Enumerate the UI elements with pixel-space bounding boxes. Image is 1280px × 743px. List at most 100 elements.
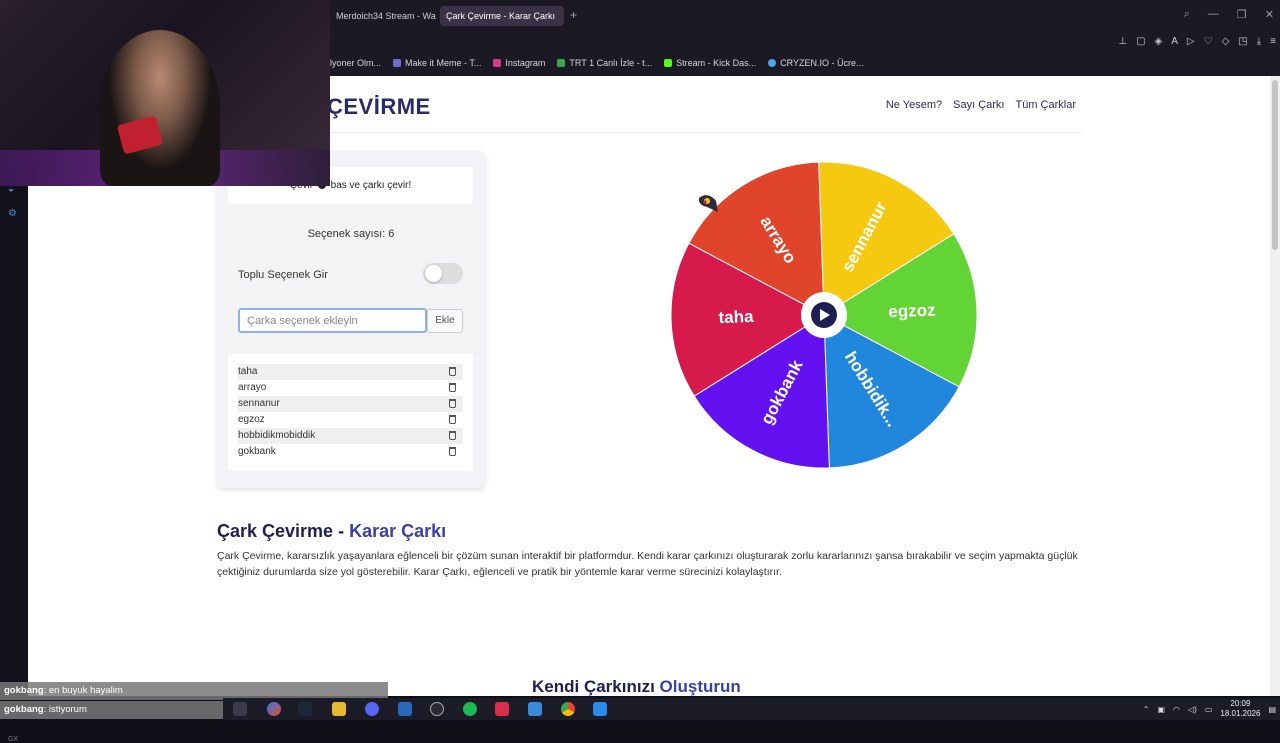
trash-icon[interactable] xyxy=(449,367,456,376)
nav-sayi-carki[interactable]: Sayı Çarkı xyxy=(953,99,1004,111)
spotify-icon[interactable] xyxy=(463,702,477,716)
chat-user: gokbang xyxy=(4,685,44,696)
nav-ne-yesem[interactable]: Ne Yesem? xyxy=(886,99,942,111)
list-item: egzoz xyxy=(238,412,463,428)
restore-icon[interactable]: ❐ xyxy=(1237,8,1247,21)
opera-gx-icon[interactable] xyxy=(495,702,509,716)
volume-icon[interactable]: ◁) xyxy=(1188,705,1197,714)
tab-stream[interactable]: Merdoich34 Stream - Wat xyxy=(330,6,436,26)
trt-icon xyxy=(557,59,566,67)
option-count: Seçenek sayısı: 6 xyxy=(307,228,395,240)
chat-user: gokbang xyxy=(4,704,44,715)
clock-time: 20:09 xyxy=(1230,699,1251,708)
toolbar-icons: ⊥ ▢ ◈ A ▷ ♡ ◇ ◳ ⤓ ≡ xyxy=(1118,36,1276,47)
play-icon[interactable]: ▷ xyxy=(1187,36,1195,47)
section2-main: Kendi Çarkınızı xyxy=(532,677,660,696)
add-button[interactable]: Ekle xyxy=(427,309,463,333)
system-tray: ⌃ ▣ ◠ ◁) ▭ 20:09 18.01.2026 ▤ xyxy=(1143,698,1276,720)
clock[interactable]: 20:09 18.01.2026 xyxy=(1220,699,1260,719)
bookmark-item[interactable]: Instagram xyxy=(493,55,545,71)
tray-chevron-icon[interactable]: ⌃ xyxy=(1143,705,1150,714)
tray-app-icon[interactable]: ▣ xyxy=(1157,705,1165,714)
bulk-entry-label: Toplu Seçenek Gir xyxy=(238,269,328,281)
close-icon[interactable]: ✕ xyxy=(1265,8,1274,21)
obs-icon[interactable] xyxy=(430,702,444,716)
new-tab-icon[interactable]: + xyxy=(570,8,577,22)
trash-icon[interactable] xyxy=(449,399,456,408)
trash-icon[interactable] xyxy=(449,447,456,456)
minimize-icon[interactable]: — xyxy=(1208,8,1219,21)
trash-icon[interactable] xyxy=(449,383,456,392)
discord-icon[interactable] xyxy=(365,702,379,716)
list-item-label: arrayo xyxy=(238,382,267,393)
wheel-pointer-icon xyxy=(698,195,718,212)
trash-icon[interactable] xyxy=(449,415,456,424)
trash-icon[interactable] xyxy=(449,431,456,440)
cryzen-icon xyxy=(768,59,777,67)
toggle-knob xyxy=(425,265,442,282)
site-logo[interactable]: ÇEVİRME xyxy=(327,94,431,120)
translate-icon[interactable]: A xyxy=(1171,36,1178,47)
steam-icon[interactable] xyxy=(298,702,312,716)
options-list: taha arrayo sennanur egzoz hobbidikmobid… xyxy=(228,354,473,471)
kick-icon xyxy=(664,59,673,67)
pin-icon[interactable]: ⊥ xyxy=(1118,36,1127,47)
list-item-label: hobbidikmobiddik xyxy=(238,430,316,441)
scrollbar[interactable] xyxy=(1270,76,1280,696)
tab-bar: Merdoich34 Stream - Wat Çark Çevirme - K… xyxy=(330,0,1280,32)
bookmark-item[interactable]: TRT 1 Canlı İzle - t... xyxy=(557,55,652,71)
option-input[interactable] xyxy=(238,308,427,333)
description-paragraph: Çark Çevirme, kararsızlık yaşayanlara eğ… xyxy=(217,550,1078,578)
bookmark-item[interactable]: Make it Meme - T... xyxy=(393,55,481,71)
settings-icon[interactable]: ⚙ xyxy=(8,208,20,220)
share-icon[interactable]: ◳ xyxy=(1238,36,1247,47)
bookmark-label: CRYZEN.IO - Ücre... xyxy=(780,58,864,68)
scroll-thumb[interactable] xyxy=(1272,80,1278,250)
list-item-label: egzoz xyxy=(238,414,265,425)
file-explorer-icon[interactable] xyxy=(332,702,346,716)
options-panel: Çevir bas ve çarkı çevir! Seçenek sayısı… xyxy=(217,151,485,488)
tab-cark-cevirme[interactable]: Çark Çevirme - Karar Çarkı xyxy=(440,6,564,26)
app-icon[interactable] xyxy=(398,702,412,716)
site-header: ÇEVİRME Ne Yesem? Sayı Çarkı Tüm Çarklar xyxy=(217,76,1082,133)
bookmark-label: TRT 1 Canlı İzle - t... xyxy=(569,58,653,68)
wheel-segment-label: egzoz xyxy=(888,301,936,322)
clock-date: 18.01.2026 xyxy=(1220,709,1261,718)
battery-icon[interactable]: ▭ xyxy=(1205,705,1213,714)
download-icon[interactable]: ⤓ xyxy=(1257,36,1261,47)
bookmark-label: Stream - Kick Das... xyxy=(676,58,757,68)
section2-title: Kendi Çarkınızı Oluşturun xyxy=(532,677,741,696)
window-controls: ⌕ — ❐ ✕ xyxy=(1184,8,1274,21)
bookmark-label: Instagram xyxy=(505,58,546,68)
chrome-icon[interactable] xyxy=(561,702,575,716)
search-icon[interactable]: ⌕ xyxy=(1184,8,1190,21)
bulk-entry-toggle[interactable] xyxy=(423,263,463,284)
section2-accent: Oluşturun xyxy=(659,677,741,696)
taskbar: ⌃ ▣ ◠ ◁) ▭ 20:09 18.01.2026 ▤ xyxy=(223,698,1280,720)
copilot-icon[interactable] xyxy=(267,702,281,716)
network-app-icon[interactable] xyxy=(528,702,542,716)
notification-icon[interactable]: ▤ xyxy=(1268,705,1276,714)
list-item-label: taha xyxy=(238,366,258,377)
list-item: gokbank xyxy=(238,444,463,460)
bookmark-item[interactable]: Stream - Kick Das... xyxy=(664,55,756,71)
webcam-overlay xyxy=(0,0,330,186)
hint-text-post: bas ve çarkı çevir! xyxy=(330,180,412,191)
list-item-label: gokbank xyxy=(238,446,276,457)
menu-icon[interactable]: ≡ xyxy=(1270,36,1276,47)
instagram-icon xyxy=(493,59,502,67)
wifi-icon[interactable]: ◠ xyxy=(1173,705,1180,714)
shield-icon[interactable]: ◈ xyxy=(1155,36,1163,47)
screenshot-icon[interactable]: ▢ xyxy=(1136,36,1145,47)
nav-tum-carklar[interactable]: Tüm Çarklar xyxy=(1015,99,1076,111)
wheel-segment-label: taha xyxy=(718,307,754,327)
extensions-icon[interactable]: ◇ xyxy=(1222,36,1230,47)
heart-icon[interactable]: ♡ xyxy=(1204,36,1213,47)
overlay-label: GX xyxy=(8,736,19,743)
paint-app-icon[interactable] xyxy=(593,702,607,716)
task-view-icon[interactable] xyxy=(233,702,247,716)
streamer-figure xyxy=(100,30,220,186)
bookmark-item[interactable]: CRYZEN.IO - Ücre... xyxy=(768,55,863,71)
bookmarks-bar: lyoner Olm... Make it Meme - T... Instag… xyxy=(330,55,863,71)
bookmark-item[interactable]: lyoner Olm... xyxy=(330,55,381,71)
